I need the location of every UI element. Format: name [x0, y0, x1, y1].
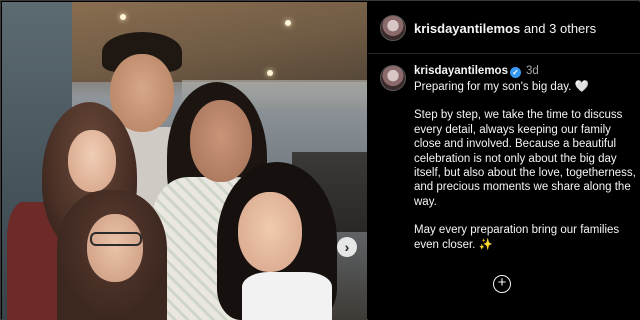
caption-line: Preparing for my son's big day. 🤍 [414, 81, 589, 93]
avatar-icon[interactable] [380, 65, 406, 91]
avatar-icon[interactable] [380, 15, 406, 41]
instagram-post-window: › krisdayantilemos and 3 others krisdaya… [0, 0, 640, 320]
post-side-panel: krisdayantilemos and 3 others krisdayant… [368, 2, 640, 320]
chevron-right-icon[interactable]: › [337, 237, 357, 257]
photo-glasses [90, 232, 142, 246]
photo-face [190, 100, 252, 182]
photo-face [68, 130, 116, 192]
photo-face [87, 214, 143, 282]
verified-badge-icon: ✓ [509, 67, 521, 78]
post-time[interactable]: 3d [526, 65, 539, 77]
post-photo[interactable]: › [2, 2, 367, 320]
caption-text: Preparing for my son's big day. 🤍 Step b… [414, 80, 636, 266]
header-collab-text: krisdayantilemos and 3 others [414, 21, 596, 36]
post-caption-area: krisdayantilemos ✓ 3d Preparing for my son… [368, 55, 640, 320]
ceiling-light [120, 14, 126, 20]
header-username[interactable]: krisdayantilemos [414, 21, 520, 36]
caption-username[interactable]: krisdayantilemos [414, 65, 508, 77]
caption-line: May every preparation bring our families… [414, 224, 620, 251]
ceiling-light [267, 70, 273, 76]
caption-line: Step by step, we take the time to discus… [414, 109, 636, 208]
header-collab-suffix[interactable]: and 3 others [520, 21, 596, 36]
photo-face [238, 192, 302, 272]
caption-author-row: krisdayantilemos ✓ 3d [414, 65, 539, 78]
photo-figure [242, 272, 332, 320]
plus-circle-icon[interactable]: + [493, 275, 511, 293]
post-header: krisdayantilemos and 3 others [368, 2, 640, 54]
ceiling-light [285, 20, 291, 26]
